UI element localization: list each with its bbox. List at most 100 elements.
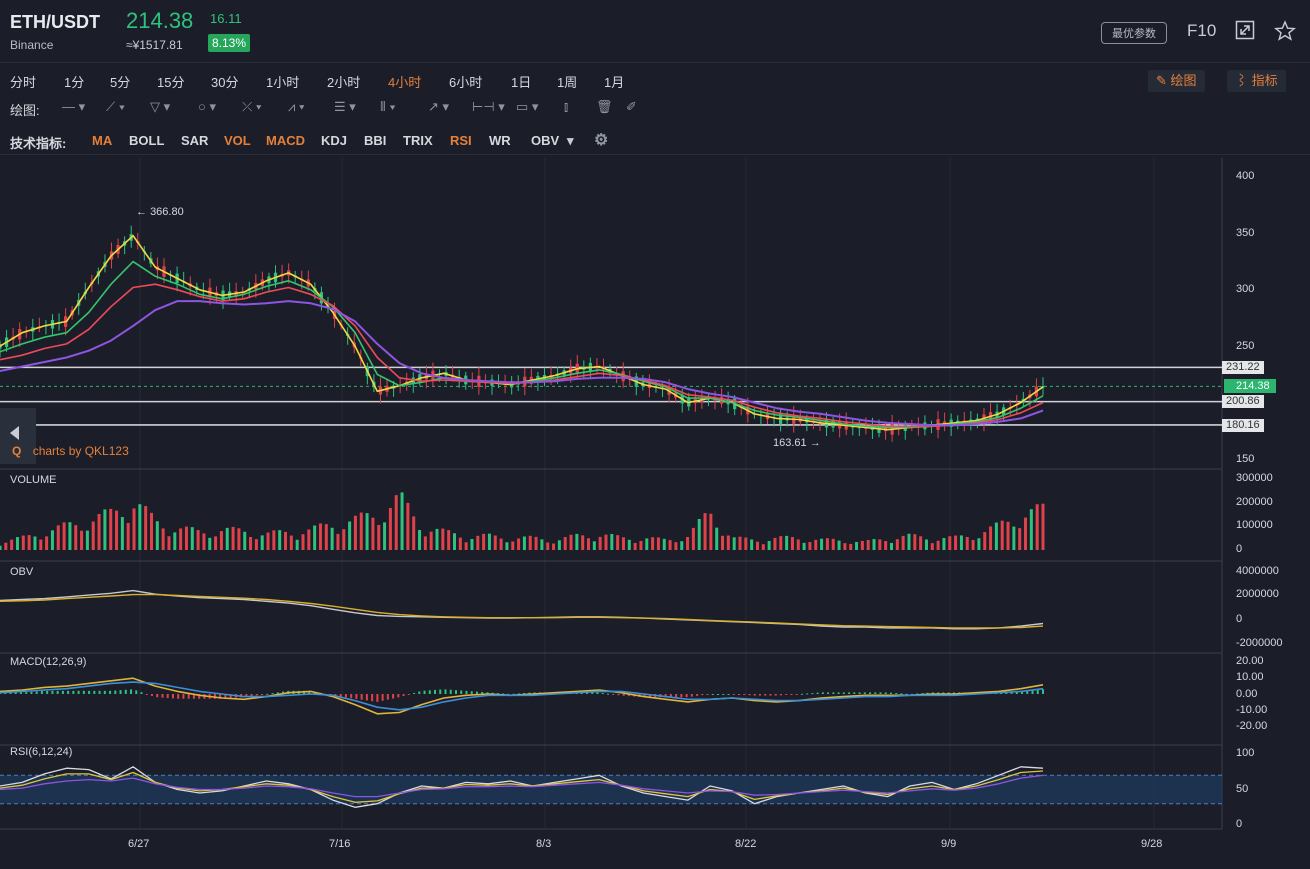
volume-bar	[1024, 517, 1028, 550]
macd-histogram-bar	[360, 694, 363, 700]
volume-bar	[371, 517, 375, 550]
volume-bar	[464, 542, 468, 550]
volume-bar	[971, 540, 975, 550]
volume-bar	[289, 535, 293, 550]
macd-histogram-bar	[732, 694, 735, 695]
volume-bar	[721, 535, 725, 550]
volume-bar	[120, 517, 124, 550]
macd-histogram-bar	[832, 692, 835, 694]
low-value: 163.61	[773, 437, 807, 449]
macd-histogram-bar	[35, 691, 38, 694]
volume-bar	[983, 532, 987, 550]
macd-histogram-bar	[863, 692, 866, 694]
macd-histogram-bar	[72, 690, 75, 694]
volume-bar	[825, 538, 829, 550]
macd-histogram-bar	[187, 694, 190, 699]
macd-histogram-bar	[30, 691, 33, 694]
volume-bar	[959, 535, 963, 550]
y-tick-label: 300	[1236, 283, 1255, 295]
y-tick-label: 100	[1236, 747, 1255, 759]
volume-bar	[307, 529, 311, 550]
obv-line	[0, 589, 1044, 630]
macd-histogram-bar	[350, 694, 353, 699]
macd-histogram-bar	[77, 690, 80, 694]
macd-histogram-bar	[900, 693, 903, 695]
volume-bar	[336, 533, 340, 550]
volume-bar	[732, 537, 736, 550]
macd-histogram-bar	[109, 690, 112, 694]
volume-bar	[202, 533, 206, 550]
volume-bar	[21, 535, 25, 550]
volume-bar	[85, 530, 89, 550]
y-tick-label: -10.00	[1236, 704, 1268, 716]
volume-bar	[552, 543, 556, 550]
macd-histogram-bar	[135, 690, 138, 694]
volume-bar	[452, 533, 456, 550]
volume-bar	[144, 506, 148, 550]
volume-bar	[662, 538, 666, 550]
volume-bar	[831, 538, 835, 550]
volume-bar	[1041, 503, 1045, 550]
macd-histogram-bar	[14, 692, 17, 694]
macd-histogram-bar	[413, 692, 416, 694]
volume-bar	[616, 535, 620, 550]
macd-histogram-bar	[56, 690, 59, 694]
volume-bar	[534, 536, 538, 550]
volume-bar	[680, 541, 684, 550]
macd-histogram-bar	[675, 694, 678, 698]
volume-bar	[109, 508, 113, 550]
volume-bar	[1018, 528, 1022, 550]
volume-bar	[470, 538, 474, 550]
macd-histogram-bar	[685, 694, 688, 698]
macd-histogram-bar	[795, 694, 798, 695]
macd-histogram-bar	[381, 694, 384, 701]
macd-histogram-bar	[88, 690, 91, 694]
volume-bar	[790, 537, 794, 550]
volume-bar	[418, 529, 422, 550]
volume-bar	[441, 528, 445, 550]
volume-bar	[785, 535, 789, 550]
macd-histogram-bar	[371, 694, 374, 702]
volume-bar	[0, 545, 2, 550]
volume-bar	[208, 537, 212, 550]
volume-bar	[219, 531, 223, 550]
volume-bar	[149, 512, 153, 550]
y-tick-label: 10.00	[1236, 671, 1264, 683]
volume-bar	[517, 538, 521, 550]
macd-histogram-bar	[785, 694, 788, 695]
macd-histogram-bar	[890, 692, 893, 694]
chart-canvas[interactable]	[0, 0, 1310, 869]
macd-histogram-bar	[51, 690, 54, 694]
macd-histogram-bar	[439, 689, 442, 694]
rsi-panel-title: RSI(6,12,24)	[10, 746, 73, 758]
macd-histogram-bar	[182, 694, 185, 699]
volume-bar	[324, 524, 328, 550]
volume-bar	[365, 513, 369, 550]
volume-bar	[633, 542, 637, 550]
volume-bar	[353, 515, 357, 550]
ma-line	[0, 260, 1044, 429]
macd-histogram-bar	[407, 694, 410, 695]
volume-bar	[639, 540, 643, 550]
macd-histogram-bar	[842, 692, 845, 694]
volume-bar	[604, 534, 608, 550]
volume-bar	[313, 525, 317, 550]
macd-histogram-bar	[827, 692, 830, 694]
volume-bar	[581, 535, 585, 550]
volume-bar	[936, 540, 940, 550]
volume-bar	[598, 536, 602, 550]
macd-histogram-bar	[706, 694, 709, 695]
y-tick-label: 2000000	[1236, 588, 1279, 600]
macd-histogram-bar	[591, 692, 594, 694]
macd-histogram-bar	[748, 694, 751, 696]
volume-bar	[359, 512, 363, 550]
x-tick-label: 7/16	[329, 838, 351, 850]
volume-bar	[569, 534, 573, 550]
y-tick-label: 100000	[1236, 519, 1273, 531]
macd-histogram-bar	[449, 689, 452, 694]
volume-bar	[686, 537, 690, 550]
volume-bar	[627, 539, 631, 550]
low-annotation: 163.61 →	[773, 437, 821, 449]
macd-histogram-bar	[145, 694, 148, 695]
volume-bar	[225, 527, 229, 550]
